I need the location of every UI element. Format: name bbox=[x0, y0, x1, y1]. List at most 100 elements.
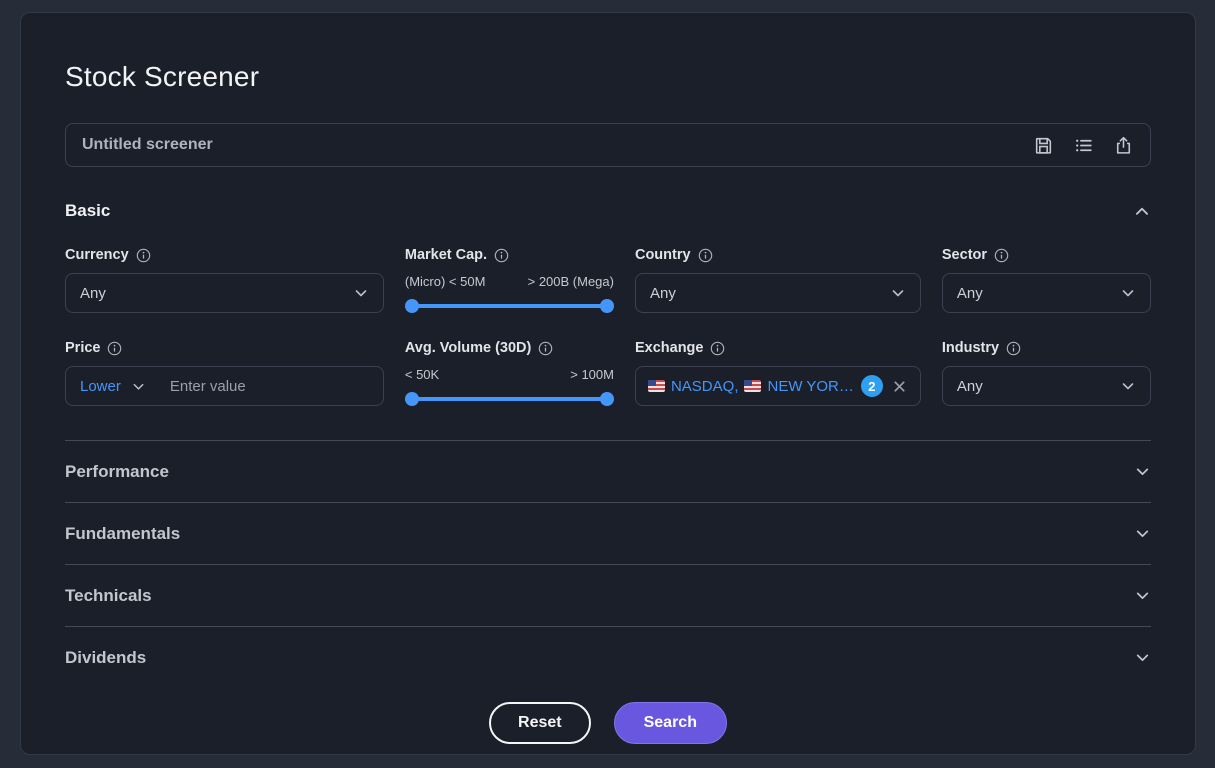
avg-volume-min-label: < 50K bbox=[404, 367, 440, 382]
slider-track[interactable] bbox=[408, 397, 610, 401]
exchange-field: Exchange NASDAQ, NEW YOR… 2 bbox=[634, 340, 921, 406]
market-cap-slider[interactable] bbox=[404, 299, 614, 313]
sector-select[interactable]: Any bbox=[941, 273, 1151, 313]
industry-select[interactable]: Any bbox=[941, 366, 1151, 406]
market-cap-range-labels: (Micro) < 50M > 200B (Mega) bbox=[405, 273, 614, 289]
market-cap-min-label: (Micro) < 50M bbox=[404, 274, 486, 289]
industry-label-text: Industry bbox=[941, 340, 1000, 356]
sector-field: Sector Any bbox=[941, 247, 1151, 313]
price-label-text: Price bbox=[65, 340, 101, 356]
price-operator-select[interactable]: Lower bbox=[80, 378, 146, 395]
chevron-down-icon bbox=[1120, 285, 1136, 301]
avg-volume-range-labels: < 50K > 100M bbox=[405, 366, 614, 382]
avg-volume-slider-slot: < 50K > 100M bbox=[404, 366, 614, 406]
section-performance-title: Performance bbox=[65, 461, 169, 481]
country-label-text: Country bbox=[634, 247, 691, 263]
market-cap-slider-slot: (Micro) < 50M > 200B (Mega) bbox=[404, 273, 614, 313]
country-label: Country bbox=[635, 247, 921, 263]
exchange-label-text: Exchange bbox=[634, 340, 704, 356]
exchange-selected-values: NASDAQ, NEW YOR… bbox=[647, 377, 854, 395]
info-icon[interactable] bbox=[107, 341, 122, 356]
currency-select-value: Any bbox=[80, 284, 106, 302]
list-icon[interactable] bbox=[1073, 135, 1094, 156]
sector-select-value: Any bbox=[956, 284, 983, 302]
price-operator-value: Lower bbox=[80, 377, 121, 395]
chevron-down-icon bbox=[1120, 378, 1136, 394]
price-label: Price bbox=[65, 340, 384, 356]
export-icon[interactable] bbox=[1113, 135, 1134, 156]
us-flag-icon bbox=[744, 380, 762, 392]
section-dividends-title: Dividends bbox=[65, 647, 147, 667]
avg-volume-field: Avg. Volume (30D) < 50K > 100M bbox=[404, 340, 614, 406]
chevron-down-icon[interactable] bbox=[1134, 649, 1151, 666]
country-select-value: Any bbox=[649, 284, 676, 302]
chevron-down-icon bbox=[890, 285, 906, 301]
country-select[interactable]: Any bbox=[634, 273, 921, 313]
exchange-selected-1: NASDAQ, bbox=[670, 377, 739, 395]
avg-volume-label: Avg. Volume (30D) bbox=[405, 340, 614, 356]
search-button[interactable]: Search bbox=[613, 702, 727, 744]
info-icon[interactable] bbox=[1006, 341, 1021, 356]
market-cap-label-text: Market Cap. bbox=[404, 247, 488, 263]
industry-select-value: Any bbox=[956, 377, 983, 395]
chevron-down-icon bbox=[353, 285, 369, 301]
chevron-down-icon[interactable] bbox=[1134, 525, 1151, 542]
page-title: Stock Screener bbox=[65, 61, 260, 92]
info-icon[interactable] bbox=[994, 248, 1009, 263]
info-icon[interactable] bbox=[698, 248, 713, 263]
basic-filters-grid: Currency Any Market Cap. (Micro) < 50M >… bbox=[65, 247, 1151, 406]
exchange-multiselect[interactable]: NASDAQ, NEW YOR… 2 bbox=[634, 366, 921, 406]
avg-volume-label-text: Avg. Volume (30D) bbox=[404, 340, 532, 356]
market-cap-field: Market Cap. (Micro) < 50M > 200B (Mega) bbox=[404, 247, 614, 313]
slider-handle-max[interactable] bbox=[599, 392, 614, 406]
price-control: Lower bbox=[65, 366, 384, 406]
slider-track[interactable] bbox=[408, 304, 610, 308]
chevron-up-icon[interactable] bbox=[1133, 202, 1151, 220]
basic-section-header[interactable]: Basic bbox=[65, 201, 1151, 221]
basic-section-title: Basic bbox=[65, 201, 111, 220]
chevron-down-icon bbox=[131, 379, 146, 394]
section-fundamentals-title: Fundamentals bbox=[65, 523, 181, 543]
price-field: Price Lower bbox=[65, 340, 384, 406]
stock-screener-panel: Stock Screener Basic Currency bbox=[20, 12, 1196, 755]
country-field: Country Any bbox=[634, 247, 921, 313]
section-technicals-title: Technicals bbox=[65, 585, 152, 605]
sector-label: Sector bbox=[942, 247, 1151, 263]
section-performance[interactable]: Performance bbox=[65, 441, 1151, 502]
close-icon[interactable] bbox=[883, 378, 908, 395]
info-icon[interactable] bbox=[136, 248, 151, 263]
currency-label: Currency bbox=[65, 247, 384, 263]
section-fundamentals[interactable]: Fundamentals bbox=[65, 503, 1151, 564]
currency-field: Currency Any bbox=[65, 247, 384, 313]
exchange-selected-2: NEW YOR… bbox=[767, 377, 854, 395]
slider-handle-max[interactable] bbox=[599, 299, 614, 313]
screener-name-input[interactable] bbox=[82, 136, 1033, 154]
section-dividends[interactable]: Dividends bbox=[65, 627, 1151, 688]
industry-field: Industry Any bbox=[941, 340, 1151, 406]
us-flag-icon bbox=[647, 380, 665, 392]
slider-handle-min[interactable] bbox=[404, 299, 419, 313]
market-cap-label: Market Cap. bbox=[405, 247, 614, 263]
avg-volume-max-label: > 100M bbox=[570, 367, 614, 382]
info-icon[interactable] bbox=[538, 341, 553, 356]
sector-label-text: Sector bbox=[941, 247, 988, 263]
screener-toolbar bbox=[1033, 135, 1134, 156]
market-cap-max-label: > 200B (Mega) bbox=[527, 274, 614, 289]
reset-button[interactable]: Reset bbox=[489, 702, 591, 744]
save-icon[interactable] bbox=[1033, 135, 1054, 156]
screener-name-row bbox=[65, 123, 1151, 167]
info-icon[interactable] bbox=[710, 341, 725, 356]
exchange-label: Exchange bbox=[635, 340, 921, 356]
price-value-input[interactable] bbox=[169, 377, 369, 395]
currency-label-text: Currency bbox=[65, 247, 129, 263]
chevron-down-icon[interactable] bbox=[1134, 463, 1151, 480]
chevron-down-icon[interactable] bbox=[1134, 587, 1151, 604]
slider-handle-min[interactable] bbox=[404, 392, 419, 406]
industry-label: Industry bbox=[942, 340, 1151, 356]
avg-volume-slider[interactable] bbox=[404, 392, 614, 406]
currency-select[interactable]: Any bbox=[65, 273, 384, 313]
section-technicals[interactable]: Technicals bbox=[65, 565, 1151, 626]
exchange-count-badge: 2 bbox=[860, 375, 883, 397]
actions-row: Reset Search bbox=[65, 702, 1151, 744]
info-icon[interactable] bbox=[494, 248, 509, 263]
